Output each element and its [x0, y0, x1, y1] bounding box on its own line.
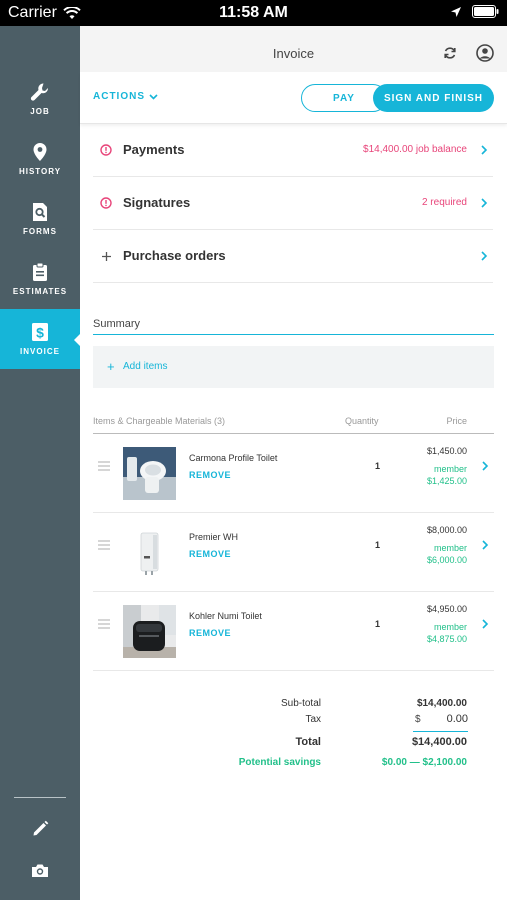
- sidebar-item-job[interactable]: JOB: [0, 69, 80, 129]
- chevron-right-icon: [482, 461, 489, 471]
- profile-button[interactable]: [476, 44, 494, 62]
- summary-title: Summary: [93, 318, 141, 330]
- sidebar-item-history[interactable]: HISTORY: [0, 129, 80, 189]
- member-price: $4,875.00: [426, 634, 467, 644]
- sign-and-finish-button[interactable]: SIGN AND FINISH: [373, 84, 494, 112]
- clipboard-icon: [33, 262, 47, 281]
- status-icons: [450, 5, 499, 18]
- chevron-right-icon: [481, 198, 488, 208]
- pencil-icon: [33, 820, 48, 835]
- plus-icon: +: [107, 359, 115, 374]
- row-status: $14,400.00 job balance: [363, 144, 467, 155]
- member-label: member: [433, 543, 467, 553]
- chevron-right-icon: [482, 540, 489, 550]
- row-title: Purchase orders: [123, 248, 226, 263]
- alert-circle-icon: [99, 196, 113, 210]
- item-name: Kohler Numi Toilet: [189, 611, 262, 621]
- sidebar-item-label: ESTIMATES: [12, 287, 68, 296]
- subtotal-value: $14,400.00: [416, 698, 467, 709]
- drag-handle-icon[interactable]: [98, 461, 110, 471]
- actions-label: ACTIONS: [93, 91, 145, 102]
- actions-dropdown[interactable]: ACTIONS: [93, 91, 158, 102]
- water-heater-product-thumbnail: [123, 526, 176, 579]
- item-quantity: 1: [375, 461, 381, 471]
- potential-savings-value: $0.00 — $2,100.00: [381, 757, 467, 768]
- alert-circle-icon: [99, 143, 113, 157]
- sidebar-item-label: HISTORY: [18, 167, 62, 176]
- location-pin-icon: [33, 143, 47, 161]
- remove-item-button[interactable]: REMOVE: [189, 628, 231, 638]
- drag-handle-icon[interactable]: [98, 540, 110, 550]
- item-price: $8,000.00: [426, 525, 467, 535]
- battery-icon: [472, 5, 499, 18]
- total-value: $14,400.00: [411, 736, 467, 748]
- signatures-row[interactable]: Signatures 2 required: [93, 177, 493, 230]
- item-name: Carmona Profile Toilet: [189, 453, 278, 463]
- chevron-down-icon: [149, 93, 158, 100]
- add-items-button[interactable]: + Add items: [93, 346, 494, 388]
- edit-button[interactable]: [28, 816, 52, 840]
- potential-savings-label: Potential savings: [238, 757, 321, 768]
- purchase-orders-row[interactable]: Purchase orders: [93, 230, 493, 283]
- remove-item-button[interactable]: REMOVE: [189, 549, 231, 559]
- payments-row[interactable]: Payments $14,400.00 job balance: [93, 124, 493, 177]
- item-price: $1,450.00: [426, 446, 467, 456]
- row-title: Payments: [123, 142, 185, 157]
- sync-button[interactable]: [441, 44, 459, 62]
- line-item[interactable]: Carmona Profile Toilet REMOVE 1 $1,450.0…: [93, 434, 494, 513]
- camera-icon: [32, 864, 48, 877]
- line-item[interactable]: Kohler Numi Toilet REMOVE 1 $4,950.00 me…: [93, 592, 494, 671]
- price-column-header: Price: [446, 416, 467, 426]
- add-items-label: Add items: [123, 361, 168, 372]
- tax-label: Tax: [305, 714, 321, 725]
- tax-value: 0.00: [446, 713, 468, 725]
- top-header: Invoice: [80, 26, 507, 72]
- user-avatar-icon: [476, 44, 494, 62]
- plus-icon: [99, 249, 113, 263]
- total-label: Total: [295, 736, 321, 748]
- row-title: Signatures: [123, 195, 191, 210]
- sidebar-item-invoice[interactable]: $ INVOICE: [0, 309, 81, 369]
- wrench-icon: [30, 83, 49, 101]
- tax-input[interactable]: $ 0.00: [413, 712, 468, 732]
- item-quantity: 1: [375, 540, 381, 550]
- chevron-right-icon: [482, 619, 489, 629]
- chevron-right-icon: [481, 145, 488, 155]
- sidebar: JOB HISTORY FORMS ESTIMATES $ INVOICE: [0, 26, 81, 900]
- kohler-toilet-product-thumbnail: [123, 605, 176, 658]
- sidebar-item-forms[interactable]: FORMS: [0, 189, 80, 249]
- row-status: 2 required: [421, 197, 467, 208]
- sidebar-item-label: INVOICE: [20, 347, 60, 356]
- member-label: member: [433, 464, 467, 474]
- clock: 11:58 AM: [219, 4, 288, 21]
- tax-currency: $: [415, 714, 421, 725]
- form-search-icon: [33, 203, 47, 221]
- camera-button[interactable]: [28, 858, 52, 882]
- subtotal-label: Sub-total: [280, 698, 321, 709]
- sidebar-item-estimates[interactable]: ESTIMATES: [0, 249, 80, 309]
- item-price: $4,950.00: [426, 604, 467, 614]
- drag-handle-icon[interactable]: [98, 619, 110, 629]
- action-bar: ACTIONS PAY SIGN AND FINISH: [80, 72, 507, 124]
- member-price: $6,000.00: [426, 555, 467, 565]
- sidebar-item-label: JOB: [30, 107, 50, 116]
- member-label: member: [433, 622, 467, 632]
- sidebar-item-label: FORMS: [23, 227, 57, 236]
- sync-icon: [444, 47, 456, 59]
- toilet-product-thumbnail: [123, 447, 176, 500]
- chevron-right-icon: [481, 251, 488, 261]
- invoice-dollar-icon: $: [32, 323, 48, 341]
- sidebar-divider: [14, 797, 66, 798]
- quantity-column-header: Quantity: [345, 416, 379, 426]
- svg-text:$: $: [36, 325, 44, 341]
- item-quantity: 1: [375, 619, 381, 629]
- item-name: Premier WH: [189, 532, 238, 542]
- remove-item-button[interactable]: REMOVE: [189, 470, 231, 480]
- member-price: $1,425.00: [426, 476, 467, 486]
- status-bar: Carrier 11:58 AM: [0, 0, 507, 26]
- line-item[interactable]: Premier WH REMOVE 1 $8,000.00 member $6,…: [93, 513, 494, 592]
- summary-divider: [93, 334, 494, 335]
- location-arrow-icon: [451, 6, 461, 17]
- items-column-header: Items & Chargeable Materials (3): [93, 416, 226, 426]
